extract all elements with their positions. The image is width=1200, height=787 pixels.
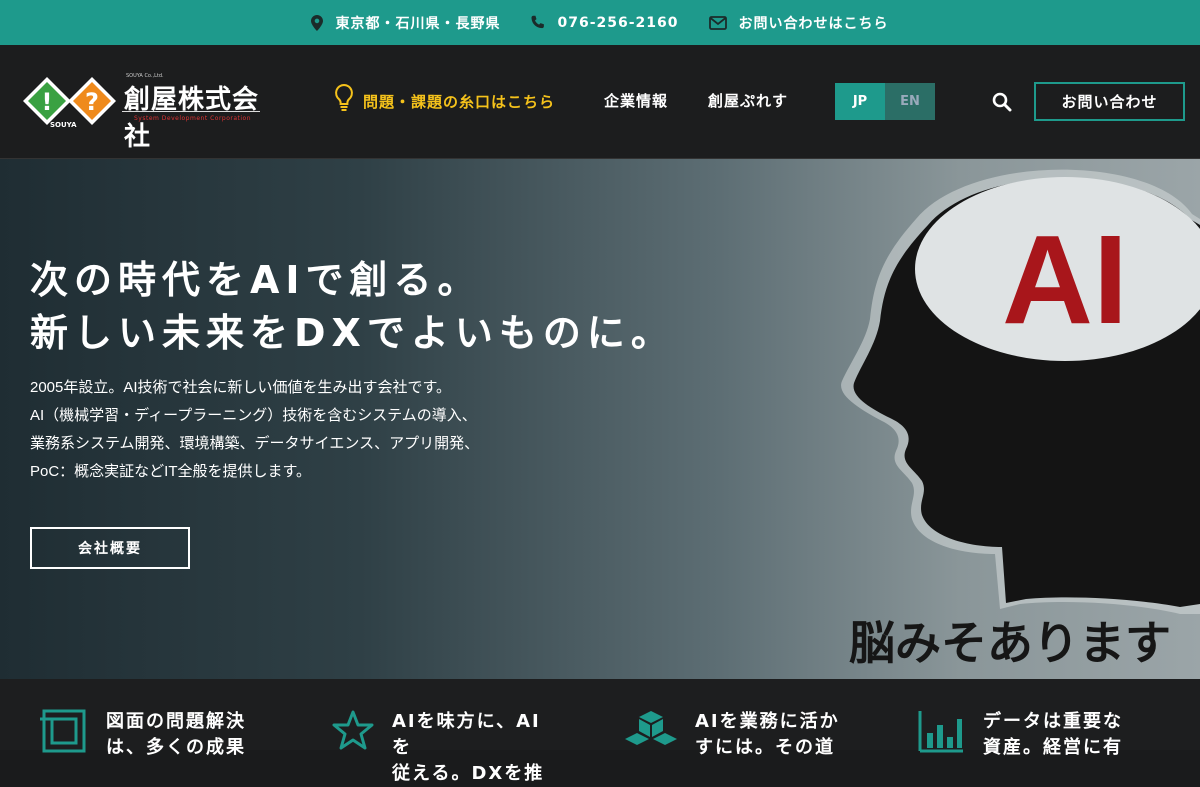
feature-line1: データは重要な (983, 711, 1123, 732)
cubes-icon (625, 711, 677, 745)
lightbulb-icon (335, 83, 353, 111)
envelope-icon (708, 15, 727, 30)
feature-line1: AIを業務に活か (695, 711, 840, 732)
contact-link[interactable]: お問い合わせはこちら (708, 13, 889, 33)
svg-text:?: ? (85, 88, 99, 116)
feature-item[interactable]: データは重要な 資産。経営に有 (917, 709, 1143, 761)
art-caption: 脳みそあります (849, 616, 1171, 670)
feature-line2: 従える。DXを推 (392, 763, 545, 784)
company-logo[interactable]: ! ? SOUYA SOUYA Co.,Ltd. 創屋株式会社 System D… (22, 73, 262, 152)
site-header: ! ? SOUYA SOUYA Co.,Ltd. 創屋株式会社 System D… (0, 45, 1200, 159)
hero-desc-line2: AI（機械学習・ディープラーニング）技術を含むシステムの導入、 (30, 407, 477, 424)
company-overview-button[interactable]: 会社概要 (30, 527, 190, 569)
feature-line1: 図面の問題解決 (106, 711, 246, 732)
feature-item[interactable]: AIを味方に、AIを 従える。DXを推 (332, 709, 552, 787)
features-section: 図面の問題解決 は、多くの成果 AIを味方に、AIを 従える。DXを推 AIを業… (0, 679, 1200, 784)
map-pin-icon (311, 14, 324, 31)
hero-desc-line3: 業務系システム開発、環境構築、データサイエンス、アプリ開発、 (30, 435, 480, 452)
logo-divider (122, 111, 260, 112)
feature-item[interactable]: 図面の問題解決 は、多くの成果 (40, 709, 266, 761)
blueprint-icon (40, 709, 86, 753)
phone-icon (531, 15, 545, 29)
nav-problem-link[interactable]: 問題・課題の糸口はこちら (333, 83, 555, 113)
nav-press-link[interactable]: 創屋ぷれす (708, 90, 788, 111)
art-ai-text: AI (1002, 209, 1128, 350)
lang-jp-button[interactable]: JP (835, 83, 885, 120)
svg-text:!: ! (42, 88, 53, 116)
contact-link-text[interactable]: お問い合わせはこちら (739, 13, 889, 33)
language-switcher: JP EN (835, 83, 935, 120)
search-button[interactable] (992, 92, 1012, 116)
top-info-bar: 東京都・石川県・長野県 076-256-2160 お問い合わせはこちら (0, 0, 1200, 45)
location-text: 東京都・石川県・長野県 (335, 15, 501, 32)
ai-head-illustration: AI 脳みそあります (841, 169, 1200, 670)
bar-chart-icon (918, 711, 963, 753)
hero-desc-line1: 2005年設立。AI技術で社会に新しい価値を生み出す会社です。 (30, 379, 452, 396)
hero-section: AI 脳みそあります 次の時代をAIで創る。 新しい未来をDXでよいものに。 2… (0, 159, 1200, 679)
feature-line2: 資産。経営に有 (983, 737, 1123, 758)
feature-line1: AIを味方に、AIを (392, 711, 541, 758)
lang-en-button[interactable]: EN (885, 83, 935, 120)
phone-text[interactable]: 076-256-2160 (557, 15, 678, 31)
phone-info[interactable]: 076-256-2160 (530, 15, 678, 31)
hero-title-line2: 新しい未来をDXでよいものに。 (30, 311, 675, 355)
contact-button[interactable]: お問い合わせ (1034, 82, 1185, 121)
feature-text: データは重要な 資産。経営に有 (983, 709, 1143, 761)
logo-english-name: System Development Corporation (134, 115, 252, 122)
search-icon (992, 92, 1012, 112)
hero-description: 2005年設立。AI技術で社会に新しい価値を生み出す会社です。 AI（機械学習・… (30, 374, 479, 486)
location-info: 東京都・石川県・長野県 (311, 13, 500, 33)
nav-problem-label[interactable]: 問題・課題の糸口はこちら (363, 91, 555, 112)
logo-badge: SOUYA (50, 121, 77, 129)
feature-item[interactable]: AIを業務に活か すには。その道 (625, 709, 855, 761)
feature-text: AIを業務に活か すには。その道 (695, 709, 855, 761)
hero-desc-line4: PoC：概念実証などIT全般を提供します。 (30, 463, 312, 480)
feature-line2: は、多くの成果 (106, 737, 246, 758)
feature-line2: すには。その道 (695, 737, 835, 758)
feature-text: AIを味方に、AIを 従える。DXを推 (392, 709, 552, 787)
star-icon (332, 710, 374, 750)
hero-title: 次の時代をAIで創る。 新しい未来をDXでよいものに。 (30, 254, 675, 360)
feature-text: 図面の問題解決 は、多くの成果 (106, 709, 266, 761)
hero-title-line1: 次の時代をAIで創る。 (30, 258, 482, 302)
nav-company-link[interactable]: 企業情報 (604, 90, 668, 111)
